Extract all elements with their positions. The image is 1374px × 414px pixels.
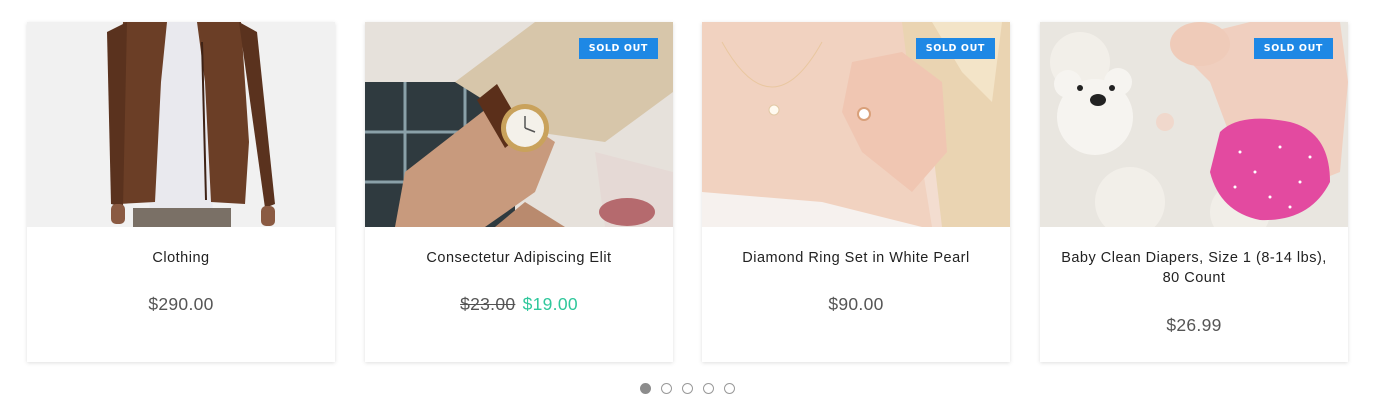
product-price: $290.00: [148, 294, 214, 314]
product-image-baby-diapers[interactable]: SOLD OUT: [1040, 22, 1348, 227]
sale-price: $19.00: [522, 294, 578, 314]
product-card-clothing[interactable]: Clothing $290.00: [27, 22, 335, 362]
product-image-diamond-ring[interactable]: SOLD OUT: [702, 22, 1010, 227]
product-card-watch[interactable]: SOLD OUT Consectetur Adipiscing Elit $23…: [365, 22, 673, 362]
carousel-pagination: [0, 381, 1374, 394]
product-title[interactable]: Clothing: [47, 248, 315, 268]
product-price: $26.99: [1166, 315, 1222, 335]
product-card-baby-diapers[interactable]: SOLD OUT Baby Clean Diapers, Size 1 (8-1…: [1040, 22, 1348, 362]
product-image-watch[interactable]: SOLD OUT: [365, 22, 673, 227]
sold-out-badge: SOLD OUT: [578, 38, 658, 59]
product-image-leather-jacket[interactable]: [27, 22, 335, 227]
product-title[interactable]: Consectetur Adipiscing Elit: [385, 248, 653, 268]
pagination-dot-2[interactable]: [660, 383, 672, 394]
sold-out-badge: SOLD OUT: [1253, 38, 1333, 59]
pagination-dot-4[interactable]: [702, 383, 714, 394]
leather-jacket-photo: [27, 22, 335, 227]
product-price: $23.00 $19.00: [365, 294, 673, 315]
product-price: $90.00: [828, 294, 884, 314]
original-price: $23.00: [460, 294, 516, 314]
pagination-dot-3[interactable]: [681, 383, 693, 394]
sold-out-badge: SOLD OUT: [915, 38, 995, 59]
pagination-dot-1[interactable]: [639, 383, 651, 394]
product-title[interactable]: Baby Clean Diapers, Size 1 (8-14 lbs), 8…: [1060, 248, 1328, 288]
pagination-dot-5[interactable]: [723, 383, 735, 394]
product-title[interactable]: Diamond Ring Set in White Pearl: [722, 248, 990, 268]
product-carousel: Clothing $290.00 SOLD OUT Consectetur Ad…: [0, 0, 1374, 414]
product-card-diamond-ring[interactable]: SOLD OUT Diamond Ring Set in White Pearl…: [702, 22, 1010, 362]
